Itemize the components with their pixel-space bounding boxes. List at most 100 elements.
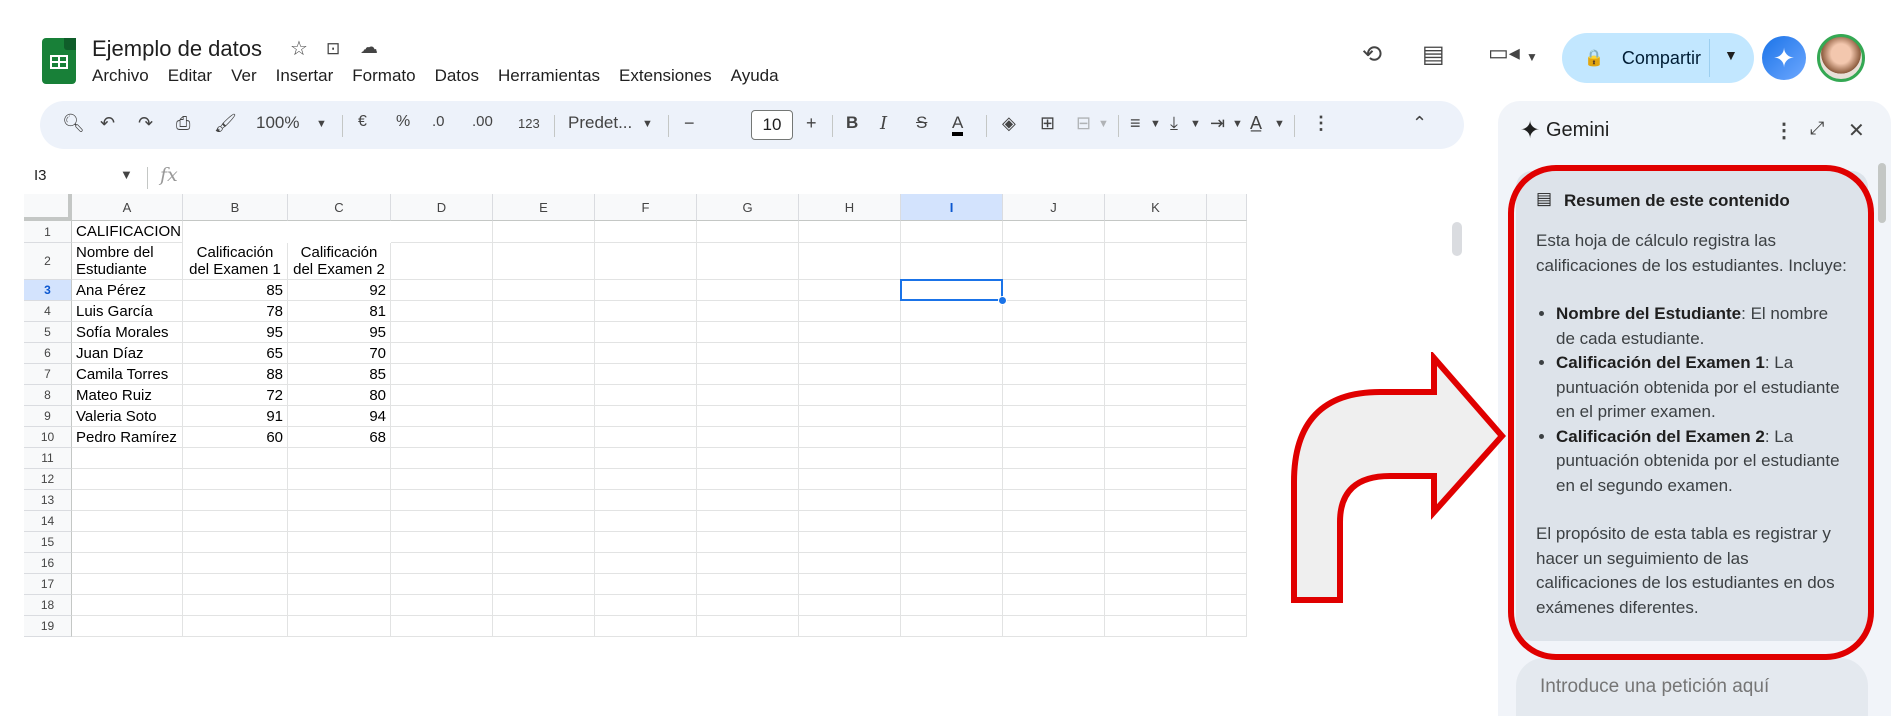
- student-name-cell[interactable]: Luis García: [72, 301, 183, 322]
- empty-cell[interactable]: [595, 448, 697, 469]
- menu-formato[interactable]: Formato: [352, 66, 415, 86]
- zoom-select[interactable]: 100%: [256, 113, 299, 133]
- empty-cell[interactable]: [697, 574, 799, 595]
- empty-cell[interactable]: [183, 532, 288, 553]
- empty-cell[interactable]: [901, 616, 1003, 637]
- row-header-15[interactable]: 15: [24, 532, 72, 553]
- panel-scrollbar[interactable]: [1878, 163, 1886, 223]
- empty-cell[interactable]: [1105, 301, 1207, 322]
- borders-icon[interactable]: ⊞: [1040, 113, 1055, 134]
- column-header-f[interactable]: F: [595, 194, 697, 221]
- empty-cell[interactable]: [1003, 553, 1105, 574]
- empty-cell[interactable]: [697, 490, 799, 511]
- empty-cell[interactable]: [391, 511, 493, 532]
- meet-dropdown-icon[interactable]: ▼: [1526, 50, 1538, 64]
- decrease-font-size-icon[interactable]: −: [684, 113, 695, 134]
- empty-cell[interactable]: [799, 322, 901, 343]
- empty-cell[interactable]: [1003, 385, 1105, 406]
- empty-cell[interactable]: [1003, 469, 1105, 490]
- empty-cell[interactable]: [697, 406, 799, 427]
- empty-cell[interactable]: [493, 364, 595, 385]
- empty-cell[interactable]: [595, 595, 697, 616]
- empty-cell[interactable]: [1105, 364, 1207, 385]
- empty-cell[interactable]: [1003, 364, 1105, 385]
- column-header-i[interactable]: I: [901, 194, 1003, 221]
- more-options-icon[interactable]: ⋮: [1312, 113, 1330, 134]
- empty-cell[interactable]: [493, 385, 595, 406]
- empty-cell[interactable]: [1207, 301, 1247, 322]
- empty-cell[interactable]: [1105, 385, 1207, 406]
- header-cell-exam1[interactable]: Calificación del Examen 1: [183, 243, 288, 280]
- menu-herramientas[interactable]: Herramientas: [498, 66, 600, 86]
- empty-cell[interactable]: [901, 532, 1003, 553]
- column-header-d[interactable]: D: [391, 194, 493, 221]
- horizontal-align-icon[interactable]: ≡: [1130, 113, 1141, 134]
- font-dropdown-icon[interactable]: ▼: [642, 118, 653, 130]
- empty-cell[interactable]: [493, 469, 595, 490]
- wrap-dropdown-icon[interactable]: ▼: [1232, 118, 1243, 130]
- exam2-score-cell[interactable]: 94: [288, 406, 391, 427]
- exam1-score-cell[interactable]: 60: [183, 427, 288, 448]
- empty-cell[interactable]: [799, 511, 901, 532]
- empty-cell[interactable]: [288, 553, 391, 574]
- empty-cell[interactable]: [1105, 343, 1207, 364]
- empty-cell[interactable]: [799, 406, 901, 427]
- empty-cell[interactable]: [595, 406, 697, 427]
- empty-cell[interactable]: [391, 490, 493, 511]
- empty-cell[interactable]: [391, 469, 493, 490]
- row-header-12[interactable]: 12: [24, 469, 72, 490]
- empty-cell[interactable]: [1207, 532, 1247, 553]
- row-header-19[interactable]: 19: [24, 616, 72, 637]
- empty-cell[interactable]: [493, 243, 595, 280]
- empty-cell[interactable]: [799, 469, 901, 490]
- row-header-4[interactable]: 4: [24, 301, 72, 322]
- empty-cell[interactable]: [799, 427, 901, 448]
- empty-cell[interactable]: [1207, 616, 1247, 637]
- comments-icon[interactable]: ▤: [1422, 40, 1445, 69]
- empty-cell[interactable]: [799, 553, 901, 574]
- student-name-cell[interactable]: Mateo Ruiz: [72, 385, 183, 406]
- empty-cell[interactable]: [1003, 511, 1105, 532]
- empty-cell[interactable]: [1105, 616, 1207, 637]
- empty-cell[interactable]: [1105, 448, 1207, 469]
- empty-cell[interactable]: [183, 574, 288, 595]
- empty-cell[interactable]: [1003, 616, 1105, 637]
- empty-cell[interactable]: [1105, 553, 1207, 574]
- empty-cell[interactable]: [1207, 322, 1247, 343]
- empty-cell[interactable]: [697, 385, 799, 406]
- avatar[interactable]: [1817, 34, 1865, 82]
- empty-cell[interactable]: [391, 364, 493, 385]
- empty-cell[interactable]: [493, 406, 595, 427]
- empty-cell[interactable]: [1003, 595, 1105, 616]
- empty-cell[interactable]: [595, 511, 697, 532]
- empty-cell[interactable]: [1207, 343, 1247, 364]
- empty-cell[interactable]: [493, 595, 595, 616]
- student-name-cell[interactable]: Pedro Ramírez: [72, 427, 183, 448]
- increase-decimals-button[interactable]: .00: [472, 113, 493, 130]
- empty-cell[interactable]: [1003, 243, 1105, 280]
- empty-cell[interactable]: [595, 343, 697, 364]
- column-header-e[interactable]: E: [493, 194, 595, 221]
- empty-cell[interactable]: [901, 301, 1003, 322]
- vertical-align-icon[interactable]: ⤓: [1170, 113, 1178, 134]
- empty-cell[interactable]: [391, 301, 493, 322]
- empty-cell[interactable]: [72, 469, 183, 490]
- merge-cells-icon[interactable]: ⊟: [1076, 113, 1091, 134]
- empty-cell[interactable]: [901, 343, 1003, 364]
- empty-cell[interactable]: [799, 243, 901, 280]
- empty-cell[interactable]: [391, 385, 493, 406]
- empty-cell[interactable]: [72, 574, 183, 595]
- empty-cell[interactable]: [72, 616, 183, 637]
- menu-editar[interactable]: Editar: [168, 66, 212, 86]
- empty-cell[interactable]: [183, 448, 288, 469]
- selected-cell-I3[interactable]: [900, 279, 1003, 301]
- empty-cell[interactable]: [697, 448, 799, 469]
- row-header-3[interactable]: 3: [24, 280, 72, 301]
- increase-font-size-icon[interactable]: +: [806, 113, 817, 134]
- empty-cell[interactable]: [1207, 385, 1247, 406]
- history-icon[interactable]: ⟲: [1362, 40, 1382, 69]
- menu-extensiones[interactable]: Extensiones: [619, 66, 712, 86]
- empty-cell[interactable]: [1207, 595, 1247, 616]
- exam2-score-cell[interactable]: 81: [288, 301, 391, 322]
- close-icon[interactable]: ✕: [1848, 118, 1865, 143]
